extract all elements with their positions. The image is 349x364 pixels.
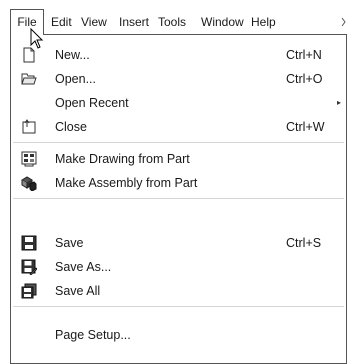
menu-item-label: New... <box>55 48 90 62</box>
drawing-from-part-icon <box>21 151 37 167</box>
menu-item-make-drawing[interactable]: Make Drawing from Part <box>11 147 346 171</box>
menu-item-label: Make Assembly from Part <box>55 176 198 190</box>
menu-item-label: Close <box>55 120 87 134</box>
save-icon <box>21 235 37 251</box>
chevron-right-icon[interactable] <box>340 12 348 32</box>
menu-item-label: Open... <box>55 72 96 86</box>
menubar-tools[interactable]: Tools <box>158 12 186 32</box>
menu-item-open-recent[interactable]: Open Recent ▸ <box>11 91 346 115</box>
menu-item-shortcut: Ctrl+W <box>286 120 325 134</box>
menubar-view[interactable]: View <box>81 12 107 32</box>
menu-item-save-all[interactable]: Save All <box>11 279 346 303</box>
menu-item-page-setup[interactable]: Page Setup... <box>11 323 346 347</box>
menu-item-label: Save All <box>55 284 101 298</box>
menu-separator <box>13 198 344 199</box>
menubar-insert[interactable]: Insert <box>119 12 149 32</box>
menu-item-shortcut: Ctrl+O <box>286 72 323 86</box>
menu-item-save-as[interactable]: Save As... <box>11 255 346 279</box>
file-menu-dropdown: New... Ctrl+N Open... Ctrl+O Open Recent… <box>10 34 347 364</box>
menu-item-label: Save <box>55 236 84 250</box>
save-all-icon <box>21 283 37 299</box>
menu-item-new[interactable]: New... Ctrl+N <box>11 43 346 67</box>
close-document-icon <box>21 119 37 135</box>
menu-item-label: Open Recent <box>55 96 129 110</box>
menu-bar: File Edit View Insert Tools Window Help <box>0 0 349 35</box>
menu-separator <box>13 306 344 307</box>
menu-item-label: Make Drawing from Part <box>55 152 190 166</box>
menu-item-label: Save As... <box>55 260 112 274</box>
open-folder-icon <box>21 71 37 87</box>
menu-item-save[interactable]: Save Ctrl+S <box>11 231 346 255</box>
menubar-help[interactable]: Help <box>251 12 276 32</box>
menu-item-shortcut: Ctrl+N <box>286 48 322 62</box>
menubar-edit[interactable]: Edit <box>51 12 72 32</box>
assembly-from-part-icon <box>21 175 37 192</box>
menu-item-label: Page Setup... <box>55 328 131 342</box>
submenu-arrow-icon: ▸ <box>337 98 342 107</box>
save-as-icon <box>21 259 38 276</box>
menu-item-shortcut: Ctrl+S <box>286 236 322 250</box>
menubar-window[interactable]: Window <box>201 12 244 32</box>
menu-separator <box>13 142 344 143</box>
menu-item-open[interactable]: Open... Ctrl+O <box>11 67 346 91</box>
mouse-cursor-icon <box>30 28 44 49</box>
menu-item-make-assembly[interactable]: Make Assembly from Part <box>11 171 346 195</box>
menu-item-close[interactable]: Close Ctrl+W <box>11 115 346 139</box>
